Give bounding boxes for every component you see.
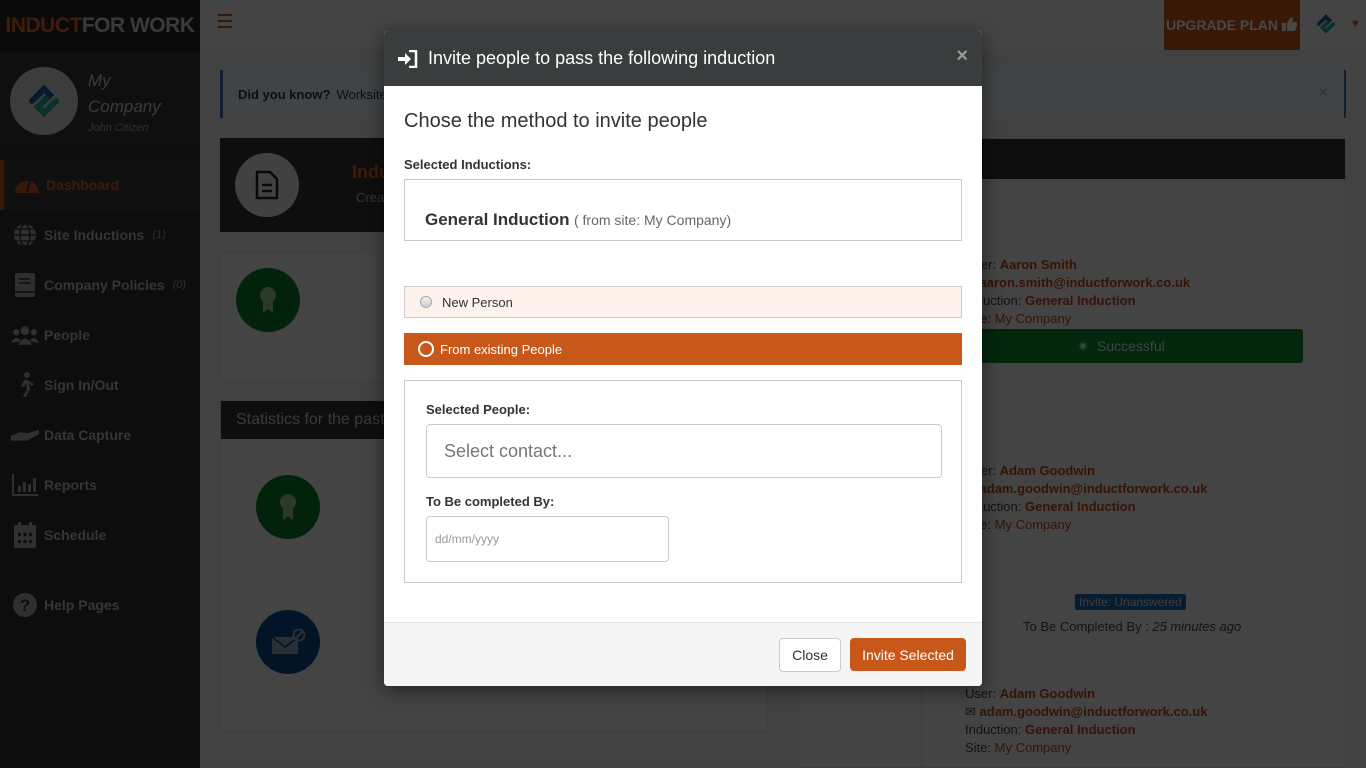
complete-by-date-input[interactable] <box>426 516 669 562</box>
selected-induction-box: General Induction ( from site: My Compan… <box>404 179 962 241</box>
option-new-person-label: New Person <box>442 294 513 310</box>
option-new-person[interactable]: New Person <box>404 286 962 318</box>
close-button[interactable]: Close <box>779 638 841 672</box>
invite-modal: Invite people to pass the following indu… <box>384 31 982 686</box>
complete-by-label: To Be completed By: <box>426 494 555 509</box>
existing-people-radio[interactable] <box>418 341 434 357</box>
new-person-radio[interactable] <box>420 296 432 308</box>
selected-people-label: Selected People: <box>426 402 531 417</box>
invite-selected-button[interactable]: Invite Selected <box>850 638 966 671</box>
existing-people-form: Selected People: To Be completed By: <box>404 380 962 583</box>
selected-inductions-label: Selected Inductions: <box>404 157 532 172</box>
option-existing-people[interactable]: From existing People <box>404 333 962 365</box>
modal-body: Chose the method to invite people Select… <box>384 110 982 583</box>
induction-site: ( from site: My Company) <box>573 212 732 228</box>
app-root: INDUCTFOR WORK My Company John Citizen D… <box>0 0 1366 768</box>
modal-header: Invite people to pass the following indu… <box>384 31 982 86</box>
induction-name: General Induction <box>425 210 570 229</box>
modal-close-icon[interactable]: × <box>956 45 968 68</box>
modal-subheading: Chose the method to invite people <box>404 110 708 132</box>
modal-footer: Close Invite Selected <box>384 622 982 686</box>
sign-in-arrow-icon <box>398 49 418 68</box>
select-contact-input[interactable] <box>426 424 942 478</box>
modal-title: Invite people to pass the following indu… <box>428 48 776 68</box>
option-existing-people-label: From existing People <box>440 341 563 357</box>
